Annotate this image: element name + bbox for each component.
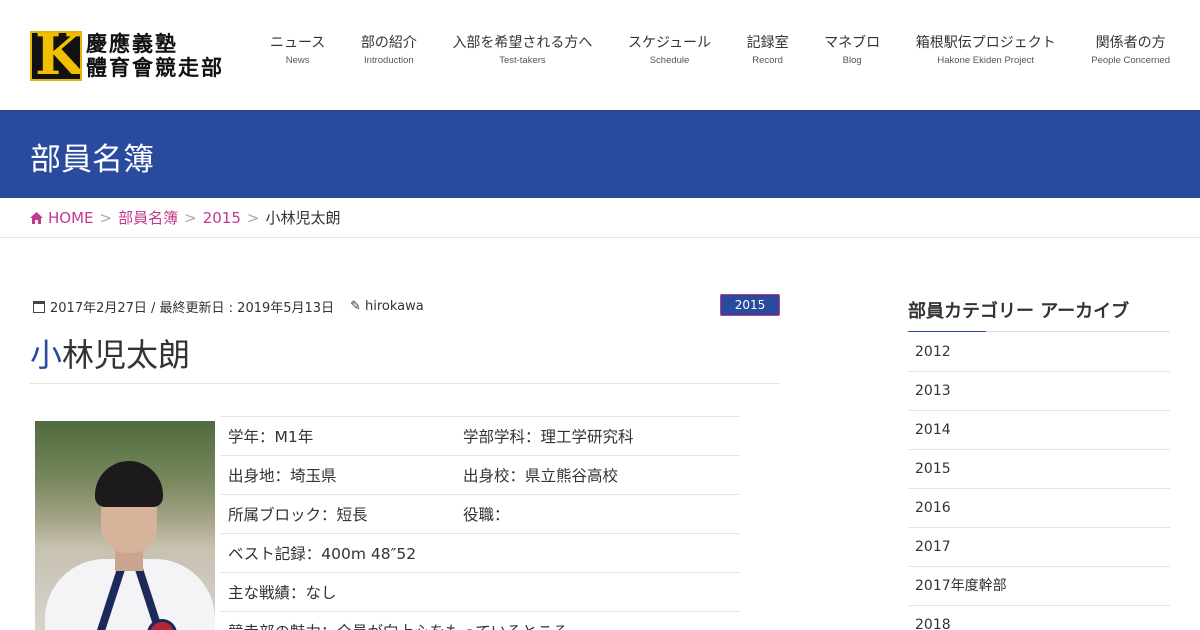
post-author[interactable]: hirokawa (365, 299, 424, 314)
category-badge[interactable]: 2015 (720, 294, 780, 316)
nav-item-hakone-ekiden[interactable]: 箱根駅伝プロジェクト Hakone Ekiden Project (916, 32, 1056, 66)
logo-text: 慶應義塾 體育會競走部 (86, 30, 224, 80)
table-row: 出身地：埼玉県 出身校：県立熊谷高校 (220, 455, 740, 495)
table-row: 学年：M1年 学部学科：理工学研究科 (220, 416, 740, 456)
sidebar-item-2014[interactable]: 2014 (908, 411, 1170, 450)
profile-appeal: 競走部の魅力：全員が向上心をもっているところ (220, 611, 740, 630)
profile-role: 役職： (455, 494, 740, 534)
sidebar-item-2017-officers[interactable]: 2017年度幹部 (908, 567, 1170, 606)
nav-item-blog[interactable]: マネブロ Blog (824, 32, 880, 66)
page-title-bar: 部員名簿 (0, 110, 1200, 198)
logo-line-1: 慶應義塾 (86, 30, 178, 56)
post-title-rest: 林児太朗 (62, 336, 191, 374)
breadcrumb-separator: > (246, 208, 260, 227)
breadcrumb-level1[interactable]: 部員名簿 (118, 207, 178, 228)
site-header: K 慶應義塾 體育會競走部 ニュース News 部の紹介 Introductio… (0, 0, 1200, 110)
table-row: ベスト記録：400m 48″52 (220, 533, 740, 573)
nav-item-test-takers[interactable]: 入部を希望される方へ Test-takers (452, 32, 592, 66)
post-title: 小林児太朗 (30, 330, 190, 376)
sidebar-item-2015[interactable]: 2015 (908, 450, 1170, 489)
table-row: 競走部の魅力：全員が向上心をもっているところ (220, 611, 740, 630)
profile-table: 学年：M1年 学部学科：理工学研究科 出身地：埼玉県 出身校：県立熊谷高校 所属… (220, 416, 740, 630)
sidebar-divider-accent (908, 331, 986, 332)
site-logo[interactable]: K 慶應義塾 體育會競走部 (30, 31, 224, 81)
breadcrumb-home[interactable]: HOME (30, 209, 94, 227)
profile-department: 学部学科：理工学研究科 (455, 416, 740, 456)
breadcrumb: HOME > 部員名簿 > 2015 > 小林児太朗 (0, 198, 1200, 238)
home-icon (30, 211, 43, 224)
calendar-icon (33, 300, 45, 313)
main-nav: ニュース News 部の紹介 Introduction 入部を希望される方へ T… (270, 32, 1170, 66)
post-meta: 2017年2月27日 / 最終更新日 : 2019年5月13日 ✎ hiroka… (33, 297, 424, 316)
page-title: 部員名簿 (30, 142, 154, 178)
breadcrumb-separator: > (184, 208, 197, 227)
nav-item-news[interactable]: ニュース News (270, 32, 325, 66)
nav-item-people-concerned[interactable]: 関係者の方 People Concerned (1091, 32, 1170, 66)
breadcrumb-level2[interactable]: 2015 (203, 209, 241, 227)
profile-results: 主な戦績：なし (220, 572, 740, 612)
sidebar-item-2016[interactable]: 2016 (908, 489, 1170, 528)
nav-item-record[interactable]: 記録室 Record (747, 32, 789, 66)
table-row: 主な戦績：なし (220, 572, 740, 612)
sidebar-item-2018[interactable]: 2018 (908, 606, 1170, 630)
logo-k-mark: K (30, 31, 82, 81)
sidebar-item-2017[interactable]: 2017 (908, 528, 1170, 567)
post-title-first-char: 小 (30, 336, 63, 374)
sidebar-item-2013[interactable]: 2013 (908, 372, 1170, 411)
breadcrumb-separator: > (99, 208, 113, 227)
profile-high-school: 出身校：県立熊谷高校 (455, 455, 740, 495)
nav-item-schedule[interactable]: スケジュール Schedule (628, 32, 711, 66)
post-date: 2017年2月27日 / 最終更新日 : 2019年5月13日 (50, 301, 335, 316)
nav-item-introduction[interactable]: 部の紹介 Introduction (361, 32, 417, 66)
logo-line-2: 體育會競走部 (86, 55, 224, 80)
breadcrumb-current: 小林児太朗 (265, 209, 341, 227)
profile-block: 所属ブロック：短長 (220, 494, 455, 534)
profile-hometown: 出身地：埼玉県 (220, 455, 455, 495)
member-photo (35, 421, 215, 630)
profile-best-record: ベスト記録：400m 48″52 (220, 533, 740, 573)
title-divider (30, 383, 780, 384)
sidebar-item-2012[interactable]: 2012 (908, 333, 1170, 372)
table-row: 所属ブロック：短長 役職： (220, 494, 740, 534)
sidebar-title: 部員カテゴリー アーカイブ (908, 301, 1130, 322)
pencil-icon: ✎ (350, 299, 361, 314)
profile-grade: 学年：M1年 (220, 416, 455, 456)
sidebar-archive-list: 2012 2013 2014 2015 2016 2017 2017年度幹部 2… (908, 333, 1170, 630)
